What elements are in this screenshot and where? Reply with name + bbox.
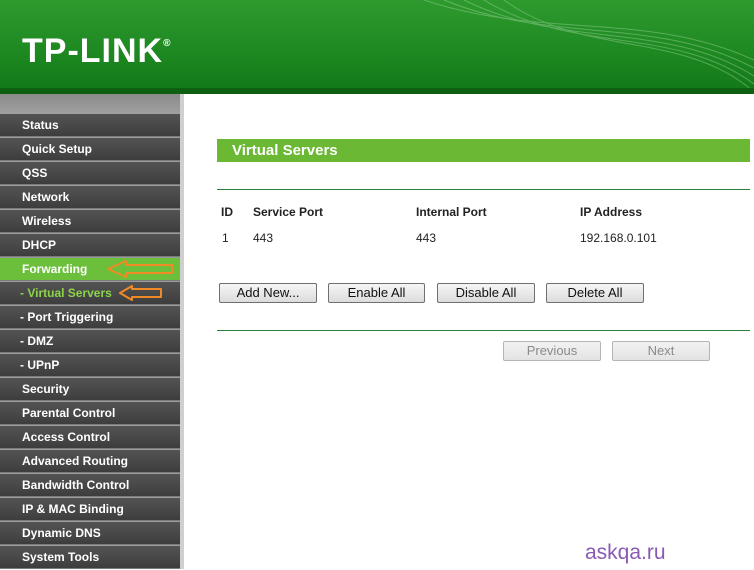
next-button[interactable]: Next (612, 341, 710, 361)
sidebar-item-forwarding[interactable]: Forwarding (0, 258, 180, 281)
logo-text: TP-LINK (22, 32, 164, 70)
sidebar-item-label: - Virtual Servers (20, 286, 112, 300)
sidebar-item-dmz[interactable]: - DMZ (0, 330, 180, 353)
sidebar-item-port-triggering[interactable]: - Port Triggering (0, 306, 180, 329)
header-swoosh-decoration (424, 0, 754, 88)
sidebar-top (0, 94, 180, 114)
sidebar-item-virtual-servers[interactable]: - Virtual Servers (0, 282, 180, 305)
cell-internal-port: 443 (416, 231, 437, 245)
annotation-arrow-icon (107, 260, 173, 278)
sidebar-item-upnp[interactable]: - UPnP (0, 354, 180, 377)
enable-all-button[interactable]: Enable All (328, 283, 425, 303)
sidebar-item-advanced-routing[interactable]: Advanced Routing (0, 450, 180, 473)
sidebar-item-ip-mac-binding[interactable]: IP & MAC Binding (0, 498, 180, 521)
sidebar-menu: Status Quick Setup QSS Network Wireless … (0, 114, 180, 570)
sidebar: Status Quick Setup QSS Network Wireless … (0, 94, 184, 569)
sidebar-item-label: Forwarding (22, 262, 88, 276)
main-content: Virtual Servers ID Service Port Internal… (184, 94, 754, 569)
column-header-internal-port: Internal Port (416, 205, 487, 219)
sidebar-item-qss[interactable]: QSS (0, 162, 180, 185)
logo-registered-mark: ® (163, 38, 172, 49)
sidebar-item-access-control[interactable]: Access Control (0, 426, 180, 449)
sidebar-item-dhcp[interactable]: DHCP (0, 234, 180, 257)
sidebar-item-network[interactable]: Network (0, 186, 180, 209)
cell-ip-address: 192.168.0.101 (580, 231, 657, 245)
delete-all-button[interactable]: Delete All (546, 283, 644, 303)
column-header-ip-address: IP Address (580, 205, 643, 219)
column-header-service-port: Service Port (253, 205, 324, 219)
sidebar-item-system-tools[interactable]: System Tools (0, 546, 180, 569)
header: TP-LINK® (0, 0, 754, 88)
sidebar-item-dynamic-dns[interactable]: Dynamic DNS (0, 522, 180, 545)
cell-service-port: 443 (253, 231, 274, 245)
cell-id: 1 (222, 231, 229, 245)
page-title: Virtual Servers (217, 139, 750, 162)
table-bottom-divider (217, 330, 750, 331)
annotation-arrow-icon (119, 285, 162, 301)
disable-all-button[interactable]: Disable All (437, 283, 535, 303)
sidebar-item-status[interactable]: Status (0, 114, 180, 137)
sidebar-item-parental-control[interactable]: Parental Control (0, 402, 180, 425)
watermark: askqa.ru (585, 541, 666, 564)
column-header-id: ID (221, 205, 233, 219)
table-top-divider (217, 189, 750, 190)
sidebar-item-security[interactable]: Security (0, 378, 180, 401)
sidebar-item-wireless[interactable]: Wireless (0, 210, 180, 233)
previous-button[interactable]: Previous (503, 341, 601, 361)
add-new-button[interactable]: Add New... (219, 283, 317, 303)
tp-link-logo: TP-LINK® (22, 32, 171, 71)
sidebar-item-bandwidth-control[interactable]: Bandwidth Control (0, 474, 180, 497)
sidebar-item-quick-setup[interactable]: Quick Setup (0, 138, 180, 161)
